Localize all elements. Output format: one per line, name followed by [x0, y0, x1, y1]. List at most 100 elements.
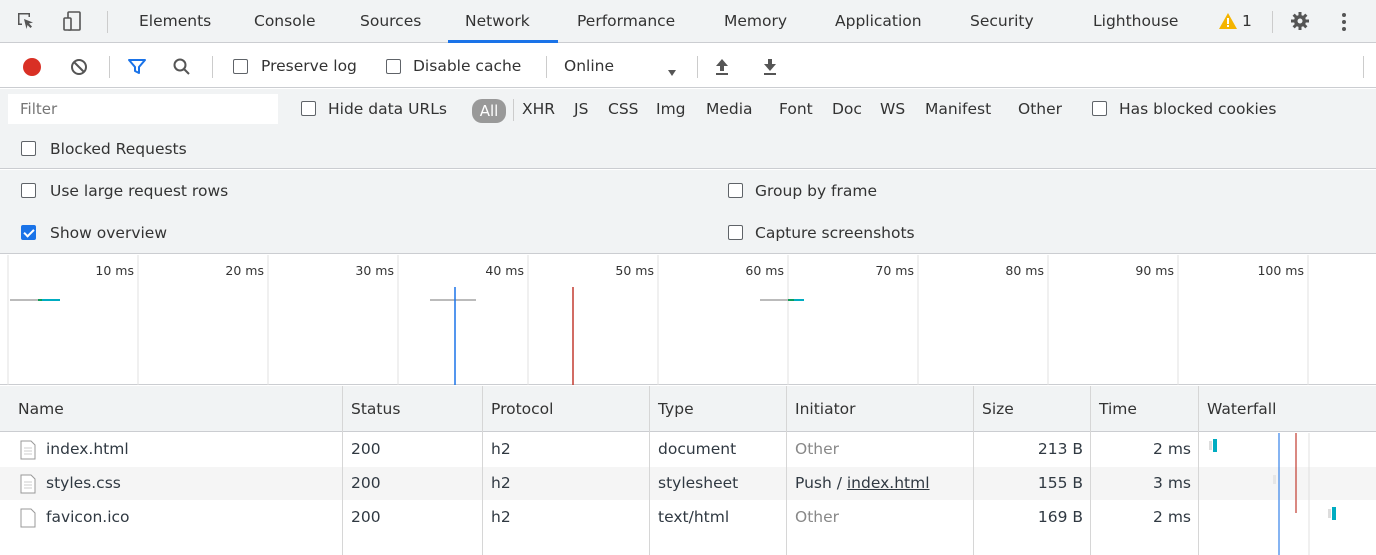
preserve-log-label[interactable]: Preserve log — [261, 44, 357, 88]
column-divider[interactable] — [649, 386, 650, 555]
tab-lighthouse[interactable]: Lighthouse — [1093, 0, 1178, 43]
request-protocol: h2 — [491, 508, 511, 526]
warning-count[interactable]: 1 — [1242, 0, 1252, 43]
device-toolbar-icon[interactable] — [62, 10, 84, 32]
type-filter-manifest[interactable]: Manifest — [925, 89, 991, 129]
initiator-link[interactable]: index.html — [847, 474, 930, 492]
request-protocol: h2 — [491, 474, 511, 492]
more-options-icon[interactable] — [1338, 11, 1350, 33]
filter-icon[interactable] — [127, 58, 147, 76]
show-overview-label[interactable]: Show overview — [50, 213, 167, 253]
search-icon[interactable] — [172, 57, 192, 77]
request-bar-waiting — [430, 299, 476, 301]
network-settings-pane: Use large request rows Show overview Gro… — [0, 170, 1376, 254]
type-filter-other[interactable]: Other — [1018, 89, 1062, 129]
devtools-tab-bar: Elements Console Sources Network Perform… — [0, 0, 1376, 43]
column-header-type[interactable]: Type — [650, 386, 694, 432]
preserve-log-checkbox[interactable] — [233, 59, 248, 74]
separator — [1272, 11, 1273, 33]
type-filter-css[interactable]: CSS — [608, 89, 639, 129]
overview-timeline[interactable]: 10 ms 20 ms 30 ms 40 ms 50 ms 60 ms 70 m… — [0, 255, 1376, 385]
tab-performance[interactable]: Performance — [577, 0, 675, 43]
type-filter-media[interactable]: Media — [706, 89, 753, 129]
disable-cache-label[interactable]: Disable cache — [413, 44, 521, 88]
waterfall-bar-waiting — [1273, 475, 1276, 484]
request-time: 3 ms — [1153, 474, 1191, 492]
request-name[interactable]: index.html — [38, 433, 129, 466]
request-bar-receiving — [38, 299, 42, 301]
column-header-status[interactable]: Status — [343, 386, 400, 432]
tab-elements[interactable]: Elements — [139, 0, 211, 43]
request-time: 2 ms — [1153, 508, 1191, 526]
hide-data-urls-label[interactable]: Hide data URLs — [328, 89, 447, 129]
type-filter-xhr[interactable]: XHR — [522, 89, 555, 129]
column-divider[interactable] — [1090, 386, 1091, 555]
column-header-protocol[interactable]: Protocol — [483, 386, 553, 432]
type-filter-all[interactable]: All — [472, 99, 506, 123]
use-large-rows-checkbox[interactable] — [21, 183, 36, 198]
column-header-size[interactable]: Size — [974, 386, 1014, 432]
request-protocol: h2 — [491, 440, 511, 458]
table-row[interactable]: styles.css 200 h2 stylesheet Push / inde… — [0, 467, 1376, 500]
separator — [546, 56, 547, 78]
blocked-requests-checkbox[interactable] — [21, 141, 36, 156]
group-by-frame-label[interactable]: Group by frame — [755, 171, 877, 211]
column-header-waterfall[interactable]: Waterfall — [1199, 386, 1276, 432]
type-filter-img[interactable]: Img — [656, 89, 686, 129]
request-initiator: Other — [795, 508, 840, 526]
type-filter-ws[interactable]: WS — [880, 89, 905, 129]
tab-memory[interactable]: Memory — [724, 0, 787, 43]
column-divider[interactable] — [786, 386, 787, 555]
group-by-frame-checkbox[interactable] — [728, 183, 743, 198]
capture-screenshots-checkbox[interactable] — [728, 225, 743, 240]
inspect-element-icon[interactable] — [16, 11, 36, 31]
table-row[interactable]: favicon.ico 200 h2 text/html Other 169 B… — [0, 501, 1376, 534]
tab-security[interactable]: Security — [970, 0, 1034, 43]
disable-cache-checkbox[interactable] — [386, 59, 401, 74]
settings-gear-icon[interactable] — [1290, 11, 1310, 31]
capture-screenshots-label[interactable]: Capture screenshots — [755, 213, 915, 253]
column-divider[interactable] — [973, 386, 974, 555]
separator — [212, 56, 213, 78]
request-initiator: Other — [795, 440, 840, 458]
tab-console[interactable]: Console — [254, 0, 316, 43]
chevron-down-icon[interactable] — [667, 63, 677, 76]
type-filter-font[interactable]: Font — [779, 89, 813, 129]
record-button[interactable] — [22, 57, 42, 77]
hide-data-urls-checkbox[interactable] — [301, 101, 316, 116]
type-filter-doc[interactable]: Doc — [832, 89, 862, 129]
tab-network[interactable]: Network — [465, 0, 530, 43]
request-status: 200 — [351, 440, 381, 458]
column-divider[interactable] — [342, 386, 343, 555]
separator — [1363, 56, 1364, 78]
warning-icon[interactable] — [1218, 12, 1238, 30]
waterfall-graph — [1209, 433, 1336, 555]
tab-sources[interactable]: Sources — [360, 0, 421, 43]
request-name[interactable]: styles.css — [38, 467, 121, 500]
use-large-rows-label[interactable]: Use large request rows — [50, 171, 228, 211]
tab-application[interactable]: Application — [835, 0, 922, 43]
show-overview-checkbox[interactable] — [21, 225, 36, 240]
filter-input[interactable] — [8, 94, 278, 124]
type-filter-js[interactable]: JS — [574, 89, 588, 129]
table-row[interactable]: index.html 200 h2 document Other 213 B 2… — [0, 433, 1376, 466]
separator — [109, 56, 110, 78]
column-header-name[interactable]: Name — [10, 386, 64, 432]
tick-label: 30 ms — [355, 263, 394, 278]
tick-label: 50 ms — [615, 263, 654, 278]
column-divider[interactable] — [482, 386, 483, 555]
request-initiator: Push / index.html — [787, 467, 930, 500]
network-toolbar: Preserve log Disable cache Online — [0, 44, 1376, 88]
column-header-initiator[interactable]: Initiator — [787, 386, 856, 432]
import-har-icon[interactable] — [714, 57, 730, 77]
throttling-select[interactable]: Online — [564, 44, 614, 88]
column-header-time[interactable]: Time — [1091, 386, 1137, 432]
has-blocked-cookies-label[interactable]: Has blocked cookies — [1119, 89, 1276, 129]
export-har-icon[interactable] — [762, 57, 778, 77]
clear-icon[interactable] — [70, 58, 88, 76]
blocked-requests-label[interactable]: Blocked Requests — [50, 129, 187, 169]
waterfall-bar-receiving — [1332, 507, 1336, 520]
has-blocked-cookies-checkbox[interactable] — [1092, 101, 1107, 116]
request-name[interactable]: favicon.ico — [38, 501, 130, 534]
request-size: 169 B — [1037, 508, 1083, 526]
